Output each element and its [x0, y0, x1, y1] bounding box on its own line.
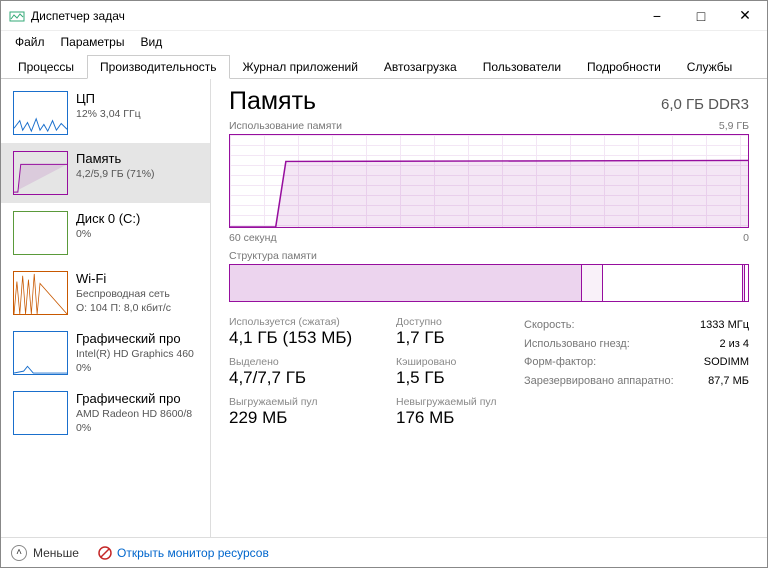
kv-reserved-k: Зарезервировано аппаратно: [524, 372, 674, 391]
sidebar-wifi-sub2: О: 104 П: 8,0 кбит/с [76, 302, 171, 316]
detail-title: Память [229, 87, 316, 116]
stat-used-label: Используется (сжатая) [229, 316, 374, 328]
tab-performance[interactable]: Производительность [87, 55, 229, 79]
kv-reserved-v: 87,7 МБ [708, 372, 749, 391]
sidebar-cpu-sub: 12% 3,04 ГГц [76, 108, 141, 122]
stat-nonpaged-label: Невыгружаемый пул [396, 396, 497, 408]
cpu-thumb [13, 91, 68, 135]
stat-cached-label: Кэшировано [396, 356, 496, 368]
usage-max: 5,9 ГБ [719, 120, 749, 132]
gpu1-thumb [13, 391, 68, 435]
sidebar-gpu1-sub1: AMD Radeon HD 8600/8 [76, 408, 192, 422]
memory-composition-chart [229, 264, 749, 302]
stat-used-value: 4,1 ГБ (153 МБ) [229, 328, 374, 348]
minimize-button[interactable]: − [635, 1, 679, 31]
sidebar-memory-title: Память [76, 151, 155, 168]
window-controls: − □ ✕ [635, 1, 767, 31]
menu-file[interactable]: Файл [7, 33, 53, 51]
wifi-thumb [13, 271, 68, 315]
composition-label: Структура памяти [229, 250, 317, 262]
stat-paged-value: 229 МБ [229, 408, 374, 428]
fewer-details-button[interactable]: ˄ Меньше [11, 545, 79, 561]
sidebar-disk-title: Диск 0 (C:) [76, 211, 140, 228]
gpu0-thumb [13, 331, 68, 375]
tab-services[interactable]: Службы [674, 55, 745, 78]
sidebar-wifi-title: Wi-Fi [76, 271, 171, 288]
open-resource-monitor-link[interactable]: Открыть монитор ресурсов [97, 545, 269, 561]
title-bar: Диспетчер задач − □ ✕ [1, 1, 767, 31]
maximize-button[interactable]: □ [679, 1, 723, 31]
sidebar-gpu0-title: Графический про [76, 331, 194, 348]
app-icon [9, 8, 25, 24]
menu-options[interactable]: Параметры [53, 33, 133, 51]
sidebar: ЦП 12% 3,04 ГГц Память 4,2/5,9 ГБ (71%) … [1, 79, 211, 537]
close-button[interactable]: ✕ [723, 1, 767, 31]
stat-committed-label: Выделено [229, 356, 374, 368]
tab-users[interactable]: Пользователи [470, 55, 574, 78]
kv-slots-v: 2 из 4 [719, 335, 749, 354]
stats-area: Используется (сжатая) 4,1 ГБ (153 МБ) До… [229, 316, 749, 436]
memory-thumb [13, 151, 68, 195]
sidebar-gpu0-sub2: 0% [76, 362, 194, 376]
disk-thumb [13, 211, 68, 255]
xaxis-left: 60 секунд [229, 232, 277, 244]
sidebar-item-cpu[interactable]: ЦП 12% 3,04 ГГц [1, 83, 210, 143]
sidebar-item-gpu0[interactable]: Графический про Intel(R) HD Graphics 460… [1, 323, 210, 383]
footer: ˄ Меньше Открыть монитор ресурсов [1, 537, 767, 567]
memory-usage-chart [229, 134, 749, 228]
stats-right: Скорость: 1333 МГц Использовано гнезд: 2 и… [524, 316, 749, 436]
stat-nonpaged-value: 176 МБ [396, 408, 497, 428]
chevron-up-icon: ˄ [11, 545, 27, 561]
menu-bar: Файл Параметры Вид [1, 31, 767, 53]
kv-speed-v: 1333 МГц [700, 316, 749, 335]
main-area: ЦП 12% 3,04 ГГц Память 4,2/5,9 ГБ (71%) … [1, 79, 767, 537]
kv-speed-k: Скорость: [524, 316, 575, 335]
sidebar-item-gpu1[interactable]: Графический про AMD Radeon HD 8600/8 0% [1, 383, 210, 443]
sidebar-item-wifi[interactable]: Wi-Fi Беспроводная сеть О: 104 П: 8,0 кб… [1, 263, 210, 323]
kv-form-v: SODIMM [704, 353, 749, 372]
sidebar-disk-sub: 0% [76, 228, 140, 242]
stat-paged-label: Выгружаемый пул [229, 396, 374, 408]
sidebar-gpu1-title: Графический про [76, 391, 192, 408]
sidebar-wifi-sub1: Беспроводная сеть [76, 288, 171, 302]
tab-app-history[interactable]: Журнал приложений [230, 55, 371, 78]
stat-committed-value: 4,7/7,7 ГБ [229, 368, 374, 388]
tab-startup[interactable]: Автозагрузка [371, 55, 470, 78]
menu-view[interactable]: Вид [132, 33, 170, 51]
tab-processes[interactable]: Процессы [5, 55, 87, 78]
resource-monitor-icon [97, 545, 113, 561]
kv-slots-k: Использовано гнезд: [524, 335, 630, 354]
usage-label: Использование памяти [229, 120, 342, 132]
fewer-details-label: Меньше [33, 546, 79, 560]
stat-avail-label: Доступно [396, 316, 496, 328]
sidebar-memory-sub: 4,2/5,9 ГБ (71%) [76, 168, 155, 182]
sidebar-item-memory[interactable]: Память 4,2/5,9 ГБ (71%) [1, 143, 210, 203]
window-title: Диспетчер задач [31, 9, 635, 23]
tab-details[interactable]: Подробности [574, 55, 674, 78]
sidebar-gpu0-sub1: Intel(R) HD Graphics 460 [76, 348, 194, 362]
stat-cached-value: 1,5 ГБ [396, 368, 496, 388]
tab-bar: Процессы Производительность Журнал прило… [1, 55, 767, 79]
sidebar-cpu-title: ЦП [76, 91, 141, 108]
detail-subtitle: 6,0 ГБ DDR3 [661, 96, 749, 113]
sidebar-gpu1-sub2: 0% [76, 422, 192, 436]
resource-monitor-label: Открыть монитор ресурсов [117, 546, 269, 560]
xaxis-right: 0 [743, 232, 749, 244]
detail-pane: Память 6,0 ГБ DDR3 Использование памяти … [211, 79, 767, 537]
stat-avail-value: 1,7 ГБ [396, 328, 496, 348]
sidebar-item-disk[interactable]: Диск 0 (C:) 0% [1, 203, 210, 263]
kv-form-k: Форм-фактор: [524, 353, 596, 372]
